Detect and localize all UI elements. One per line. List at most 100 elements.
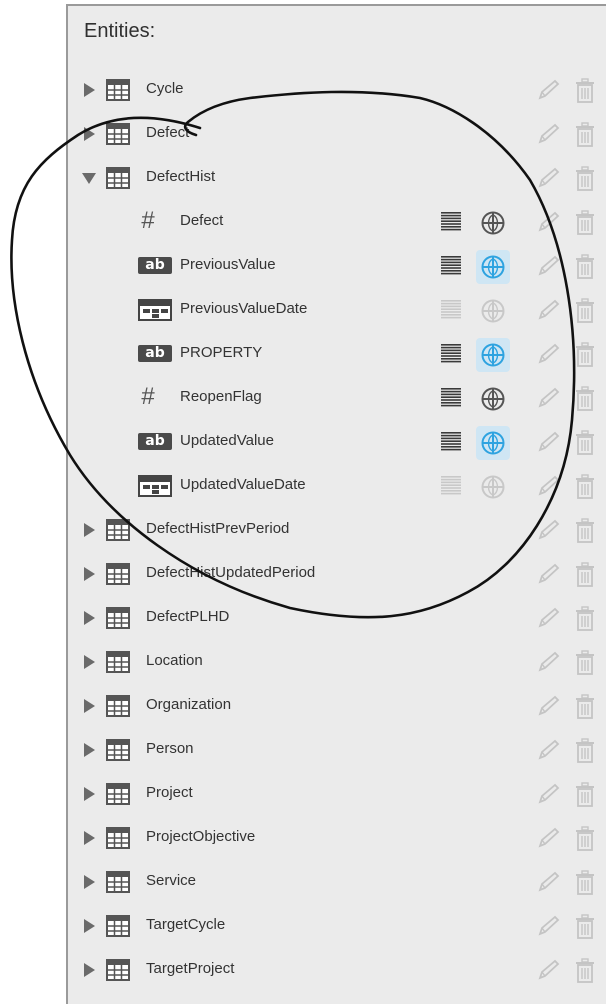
globe-icon[interactable] — [476, 294, 510, 328]
pencil-icon[interactable] — [536, 210, 562, 238]
triangle-right-icon[interactable] — [84, 787, 95, 801]
pencil-icon[interactable] — [536, 738, 562, 766]
entity-row[interactable]: Cycle — [68, 68, 606, 112]
entity-row[interactable]: DefectPLHD — [68, 596, 606, 640]
trash-icon[interactable] — [574, 342, 596, 372]
triangle-right-icon[interactable] — [84, 963, 95, 977]
globe-icon[interactable] — [476, 206, 510, 240]
pencil-icon[interactable] — [536, 166, 562, 194]
trash-icon[interactable] — [574, 518, 596, 548]
field-row[interactable]: ab PreviousValue — [68, 244, 606, 288]
trash-icon[interactable] — [574, 782, 596, 812]
triangle-right-icon[interactable] — [84, 655, 95, 669]
triangle-right-icon[interactable] — [84, 127, 95, 141]
pencil-icon[interactable] — [536, 606, 562, 634]
pencil-icon[interactable] — [536, 562, 562, 590]
pencil-icon[interactable] — [536, 826, 562, 854]
entity-row[interactable]: Project — [68, 772, 606, 816]
trash-icon[interactable] — [574, 738, 596, 768]
pencil-icon[interactable] — [536, 78, 562, 106]
pencil-icon[interactable] — [536, 694, 562, 722]
pencil-icon[interactable] — [536, 254, 562, 282]
globe-icon[interactable] — [476, 382, 510, 416]
entity-row[interactable]: ProjectObjective — [68, 816, 606, 860]
trash-icon[interactable] — [574, 298, 596, 328]
triangle-right-icon[interactable] — [84, 523, 95, 537]
field-row[interactable]: PreviousValueDate — [68, 288, 606, 332]
list-lines-icon[interactable] — [440, 474, 462, 500]
triangle-down-icon[interactable] — [82, 173, 96, 184]
pencil-icon[interactable] — [536, 122, 562, 150]
trash-icon[interactable] — [574, 474, 596, 504]
trash-icon[interactable] — [574, 78, 596, 108]
trash-icon[interactable] — [574, 606, 596, 636]
pencil-icon[interactable] — [536, 474, 562, 502]
table-icon — [106, 79, 130, 105]
field-row[interactable]: ab UpdatedValue — [68, 420, 606, 464]
field-row[interactable]: # Defect — [68, 200, 606, 244]
table-icon — [106, 563, 130, 589]
trash-icon[interactable] — [574, 650, 596, 680]
list-lines-icon[interactable] — [440, 342, 462, 368]
trash-icon[interactable] — [574, 870, 596, 900]
pencil-icon[interactable] — [536, 386, 562, 414]
pencil-icon[interactable] — [536, 298, 562, 326]
trash-icon[interactable] — [574, 914, 596, 944]
pencil-icon[interactable] — [536, 650, 562, 678]
list-lines-icon[interactable] — [440, 254, 462, 280]
field-row[interactable]: ab PROPERTY — [68, 332, 606, 376]
pencil-icon[interactable] — [536, 870, 562, 898]
entity-row[interactable]: DefectHistPrevPeriod — [68, 508, 606, 552]
triangle-right-icon[interactable] — [84, 743, 95, 757]
pencil-icon[interactable] — [536, 914, 562, 942]
triangle-right-icon[interactable] — [84, 567, 95, 581]
entity-row[interactable]: DefectHistUpdatedPeriod — [68, 552, 606, 596]
trash-icon[interactable] — [574, 166, 596, 196]
list-lines-icon[interactable] — [440, 386, 462, 412]
triangle-right-icon[interactable] — [84, 699, 95, 713]
pencil-icon[interactable] — [536, 430, 562, 458]
triangle-right-icon[interactable] — [84, 919, 95, 933]
trash-icon[interactable] — [574, 210, 596, 240]
list-lines-icon[interactable] — [440, 430, 462, 456]
list-lines-icon[interactable] — [440, 210, 462, 236]
entity-row[interactable]: Service — [68, 860, 606, 904]
entity-row[interactable]: Location — [68, 640, 606, 684]
entity-row[interactable]: TargetProject — [68, 948, 606, 992]
pencil-icon[interactable] — [536, 518, 562, 546]
panel-title: Entities: — [84, 20, 156, 42]
trash-icon[interactable] — [574, 694, 596, 724]
field-row[interactable]: # ReopenFlag — [68, 376, 606, 420]
entity-row[interactable]: TargetCycle — [68, 904, 606, 948]
field-row[interactable]: UpdatedValueDate — [68, 464, 606, 508]
pencil-icon[interactable] — [536, 958, 562, 986]
triangle-right-icon[interactable] — [84, 831, 95, 845]
table-icon — [106, 695, 130, 721]
globe-icon[interactable] — [476, 338, 510, 372]
globe-icon[interactable] — [476, 250, 510, 284]
entity-label: Person — [146, 740, 194, 757]
trash-icon[interactable] — [574, 122, 596, 152]
entity-row[interactable]: Defect — [68, 112, 606, 156]
text-type-icon: ab — [138, 433, 172, 450]
entity-row[interactable]: Person — [68, 728, 606, 772]
pencil-icon[interactable] — [536, 782, 562, 810]
trash-icon[interactable] — [574, 254, 596, 284]
trash-icon[interactable] — [574, 562, 596, 592]
pencil-icon[interactable] — [536, 342, 562, 370]
entity-list: Cycle Defect DefectHist # Defect ab Prev… — [68, 68, 606, 992]
triangle-right-icon[interactable] — [84, 83, 95, 97]
entity-label: Cycle — [146, 80, 184, 97]
list-lines-icon[interactable] — [440, 298, 462, 324]
trash-icon[interactable] — [574, 958, 596, 988]
entity-row[interactable]: Organization — [68, 684, 606, 728]
triangle-right-icon[interactable] — [84, 875, 95, 889]
globe-icon[interactable] — [476, 470, 510, 504]
triangle-right-icon[interactable] — [84, 611, 95, 625]
table-icon — [106, 739, 130, 765]
trash-icon[interactable] — [574, 826, 596, 856]
trash-icon[interactable] — [574, 386, 596, 416]
globe-icon[interactable] — [476, 426, 510, 460]
trash-icon[interactable] — [574, 430, 596, 460]
entity-row[interactable]: DefectHist — [68, 156, 606, 200]
